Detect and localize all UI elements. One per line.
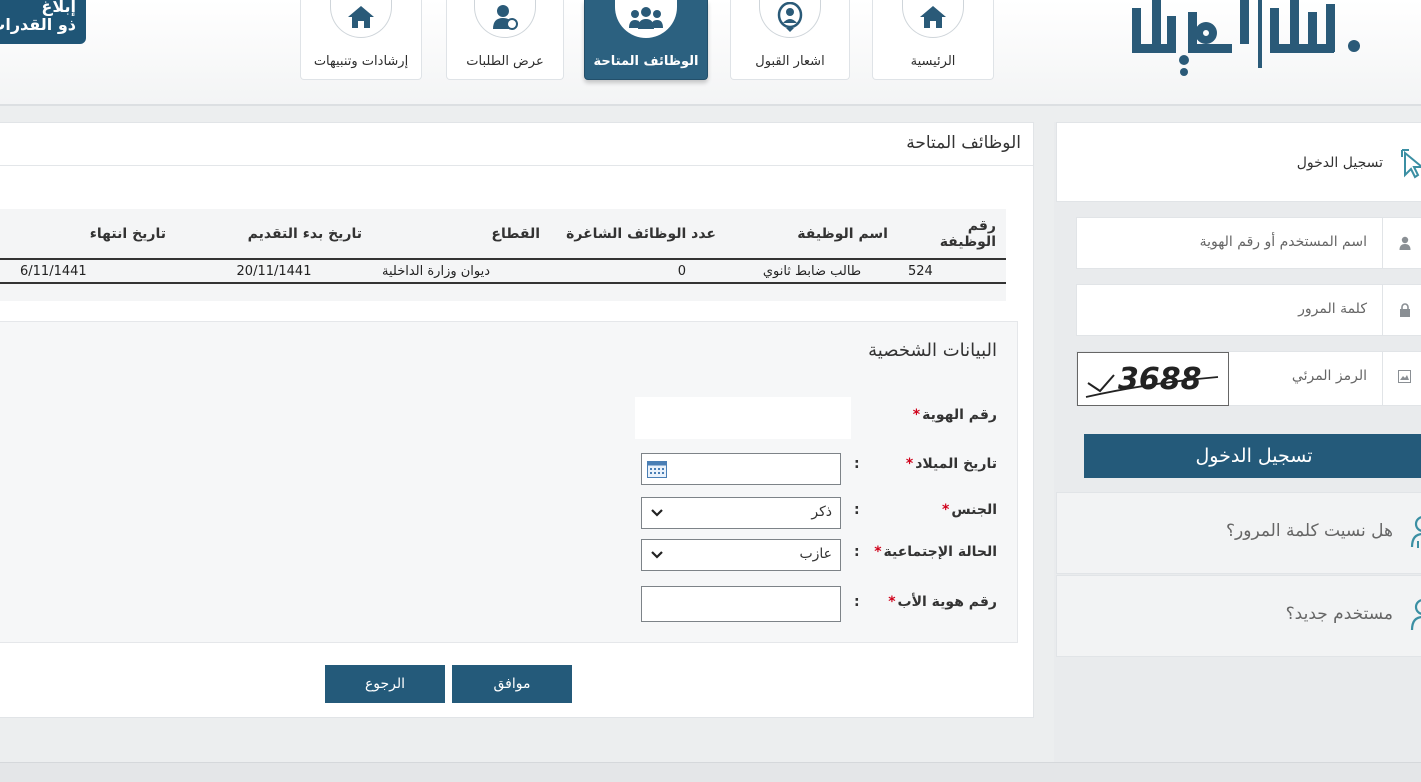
col-vacancies: عدد الوظائف الشاغرة [550, 209, 726, 260]
nav-guidance[interactable]: إرشادات وتنبيهات [300, 0, 422, 80]
login-header: تسجيل الدخول [1056, 122, 1421, 202]
marital-status-select-value: عازب [799, 546, 832, 562]
nav-guidance-label: إرشادات وتنبيهات [313, 54, 409, 69]
dob-label-text: تاريخ الميلاد [915, 456, 997, 472]
cell-vacancies: 0 [550, 259, 726, 284]
forgot-password-link[interactable]: هل نسيت كلمة المرور؟ [1056, 492, 1421, 574]
marital-status-select[interactable]: عازب [641, 539, 841, 571]
login-sidebar: تسجيل الدخول اسم المستخدم أو رقم الهوية … [1054, 122, 1421, 762]
cell-end-date: 6/11/1441 [0, 259, 176, 284]
table-row[interactable]: 524 طالب ضابط ثانوي 0 ديوان وزارة الداخل… [0, 259, 1006, 284]
new-user-text: مستخدم جديد؟ [1285, 604, 1393, 624]
required-mark: * [905, 456, 914, 472]
nav-home-label: الرئيسية [910, 54, 956, 69]
personal-data-section: البيانات الشخصية رقم الهوية* تاريخ الميل… [0, 321, 1018, 643]
required-mark: * [888, 594, 896, 610]
col-job-number: رقم الوظيفة [898, 209, 1006, 260]
site-header: إبلاغ ذو القدرات إرشادات وتنبيهات عرض ال… [0, 0, 1421, 106]
lock-icon [1400, 303, 1410, 317]
jobs-table: رقم الوظيفة اسم الوظيفة عدد الوظائف الشا… [0, 209, 1006, 284]
colon: : [854, 544, 860, 560]
nav-available-jobs[interactable]: الوظائف المتاحة [584, 0, 708, 80]
id-number-label: رقم الهوية* [913, 407, 997, 423]
required-mark: * [942, 502, 950, 518]
corner-badge-line-1: إبلاغ [41, 0, 76, 16]
cell-sector: ديوان وزارة الداخلية [372, 259, 550, 284]
corner-badge-line-2: ذو القدرات [0, 15, 76, 34]
col-start-date: تاريخ بدء التقديم [176, 209, 372, 260]
section-title: البيانات الشخصية [868, 340, 997, 361]
corner-badge[interactable]: إبلاغ ذو القدرات [0, 0, 86, 44]
col-end-date: تاريخ انتهاء [0, 209, 176, 260]
user-add-icon [1410, 599, 1421, 631]
home-icon [330, 0, 392, 38]
login-header-label: تسجيل الدخول [1296, 155, 1383, 171]
captcha-image[interactable]: 3688 [1077, 352, 1229, 406]
captcha-graphic: 3688 [1085, 362, 1219, 398]
chevron-down-icon [651, 509, 663, 517]
jobs-table-container: رقم الوظيفة اسم الوظيفة عدد الوظائف الشا… [0, 209, 1006, 301]
home-icon [902, 0, 964, 38]
new-user-link[interactable]: مستخدم جديد؟ [1056, 575, 1421, 657]
forgot-password-text: هل نسيت كلمة المرور؟ [1226, 521, 1393, 541]
required-mark: * [874, 544, 882, 560]
colon: : [854, 594, 860, 610]
gender-label: الجنس* [942, 502, 997, 518]
notice-icon [759, 0, 821, 38]
marital-status-label: الحالة الإجتماعية* [874, 544, 997, 560]
field-separator [1382, 285, 1383, 335]
calendar-icon[interactable] [647, 461, 667, 478]
nav-requests[interactable]: عرض الطلبات [446, 0, 564, 80]
site-logo[interactable] [1128, 0, 1368, 80]
gender-label-text: الجنس [951, 502, 997, 518]
image-icon [1398, 370, 1411, 383]
nav-available-jobs-label: الوظائف المتاحة [593, 54, 699, 69]
father-id-label: رقم هوية الأب* [888, 594, 997, 610]
dob-input[interactable] [641, 453, 841, 485]
chevron-down-icon [651, 551, 663, 559]
nav-acceptance[interactable]: اشعار القبول [730, 0, 850, 80]
father-id-input[interactable] [641, 586, 841, 622]
captcha-label: الرمز المرئي [1291, 368, 1367, 384]
cell-job-name: طالب ضابط ثانوي [726, 259, 898, 284]
user-help-icon [1410, 516, 1421, 548]
required-mark: * [912, 407, 921, 423]
ok-button[interactable]: موافق [452, 665, 572, 703]
username-field[interactable]: اسم المستخدم أو رقم الهوية [1076, 217, 1421, 269]
gender-select-value: ذكر [811, 504, 832, 520]
back-button[interactable]: الرجوع [325, 665, 445, 703]
father-id-label-text: رقم هوية الأب [897, 594, 997, 610]
gender-select[interactable]: ذكر [641, 497, 841, 529]
id-number-input[interactable] [635, 397, 851, 439]
username-placeholder: اسم المستخدم أو رقم الهوية [1199, 234, 1367, 250]
login-pointer-icon [1401, 149, 1421, 179]
colon: : [854, 456, 860, 472]
captcha-field[interactable]: 3688 الرمز المرئي [1076, 351, 1421, 406]
id-number-label-text: رقم الهوية [922, 407, 997, 423]
main-panel: الوظائف المتاحة رقم الوظيفة اسم الوظيفة … [0, 122, 1034, 718]
nav-acceptance-label: اشعار القبول [755, 54, 825, 69]
field-separator [1382, 218, 1383, 268]
cell-start-date: 20/11/1441 [176, 259, 372, 284]
dob-label: تاريخ الميلاد* [906, 456, 997, 472]
colon: : [854, 502, 860, 518]
user-request-icon [474, 0, 536, 38]
password-field[interactable]: كلمة المرور [1076, 284, 1421, 336]
group-icon [615, 0, 677, 38]
col-sector: القطاع [372, 209, 550, 260]
nav-home[interactable]: الرئيسية [872, 0, 994, 80]
title-divider [0, 165, 1033, 166]
password-placeholder: كلمة المرور [1298, 301, 1367, 317]
user-icon [1399, 236, 1411, 250]
cell-job-number: 524 [898, 259, 1006, 284]
page-title: الوظائف المتاحة [906, 133, 1021, 153]
footer-strip [0, 762, 1421, 782]
field-separator [1382, 352, 1383, 405]
login-button[interactable]: تسجيل الدخول [1084, 434, 1421, 478]
nav-requests-label: عرض الطلبات [466, 54, 544, 69]
table-header-row: رقم الوظيفة اسم الوظيفة عدد الوظائف الشا… [0, 209, 1006, 260]
col-job-name: اسم الوظيفة [726, 209, 898, 260]
marital-status-label-text: الحالة الإجتماعية [883, 544, 997, 560]
